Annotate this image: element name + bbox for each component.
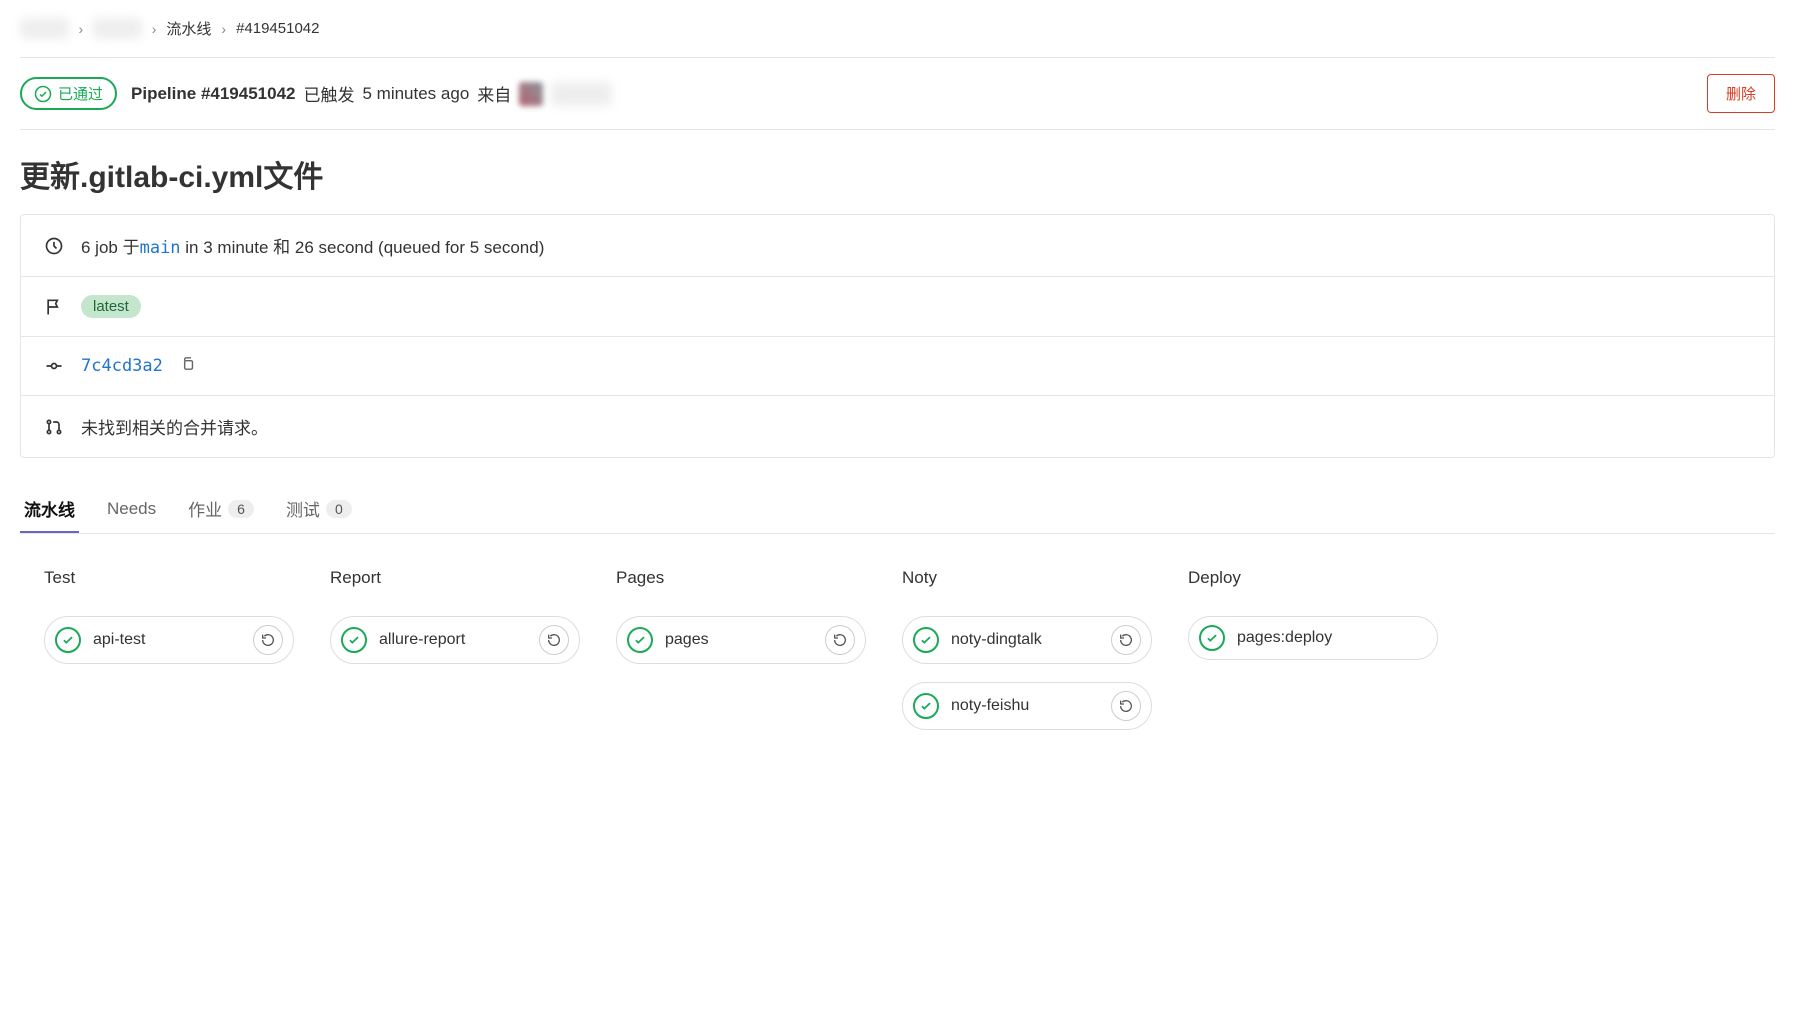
breadcrumb-group[interactable] bbox=[20, 18, 69, 39]
stage-title: Noty bbox=[902, 568, 1152, 588]
merge-request-icon bbox=[43, 417, 65, 437]
stage-title: Pages bbox=[616, 568, 866, 588]
breadcrumb-pipelines[interactable]: 流水线 bbox=[166, 18, 211, 39]
chevron-right-icon: › bbox=[221, 21, 226, 37]
check-circle-icon bbox=[55, 627, 81, 653]
stage-column: Deploy pages:deploy bbox=[1188, 568, 1438, 730]
breadcrumb: › › 流水线 › #419451042 bbox=[20, 0, 1775, 57]
job-pill[interactable]: noty-feishu bbox=[902, 682, 1152, 730]
check-circle-icon bbox=[627, 627, 653, 653]
page-title: 更新.gitlab-ci.yml文件 bbox=[20, 130, 1775, 214]
tab-jobs[interactable]: 作业6 bbox=[184, 486, 258, 533]
copy-icon[interactable] bbox=[179, 355, 196, 377]
check-circle-icon bbox=[1199, 625, 1225, 651]
job-name: noty-dingtalk bbox=[951, 631, 1099, 649]
job-name: allure-report bbox=[379, 631, 527, 649]
info-tag-row: latest bbox=[21, 277, 1774, 337]
branch-link[interactable]: main bbox=[140, 238, 181, 258]
info-commit-row: 7c4cd3a2 bbox=[21, 337, 1774, 396]
job-name: pages:deploy bbox=[1237, 629, 1427, 647]
breadcrumb-project[interactable] bbox=[93, 18, 142, 39]
breadcrumb-pipeline-id: #419451042 bbox=[236, 20, 319, 37]
pipeline-header: 已通过 Pipeline #419451042 已触发 5 minutes ag… bbox=[20, 58, 1775, 129]
check-circle-icon bbox=[913, 693, 939, 719]
job-pill[interactable]: allure-report bbox=[330, 616, 580, 664]
job-pill[interactable]: noty-dingtalk bbox=[902, 616, 1152, 664]
latest-badge: latest bbox=[81, 295, 141, 318]
commit-sha-link[interactable]: 7c4cd3a2 bbox=[81, 356, 163, 376]
stage-title: Test bbox=[44, 568, 294, 588]
chevron-right-icon: › bbox=[152, 21, 157, 37]
pipeline-info-card: 6 job 于main in 3 minute 和 26 second (que… bbox=[20, 214, 1775, 458]
author-name[interactable] bbox=[551, 82, 612, 106]
clock-icon bbox=[43, 236, 65, 256]
retry-icon[interactable] bbox=[1111, 625, 1141, 655]
chevron-right-icon: › bbox=[79, 21, 84, 37]
retry-icon[interactable] bbox=[253, 625, 283, 655]
flag-icon bbox=[43, 297, 65, 317]
stage-column: Noty noty-dingtalk noty-feishu bbox=[902, 568, 1152, 730]
stage-column: Pages pages bbox=[616, 568, 866, 730]
delete-button[interactable]: 删除 bbox=[1707, 74, 1775, 113]
commit-icon bbox=[43, 356, 65, 376]
tab-tests[interactable]: 测试0 bbox=[282, 486, 356, 533]
stage-title: Report bbox=[330, 568, 580, 588]
check-circle-icon bbox=[341, 627, 367, 653]
check-circle-icon bbox=[34, 85, 52, 103]
job-pill[interactable]: pages bbox=[616, 616, 866, 664]
job-pill[interactable]: api-test bbox=[44, 616, 294, 664]
job-name: pages bbox=[665, 631, 813, 649]
retry-icon[interactable] bbox=[539, 625, 569, 655]
stage-title: Deploy bbox=[1188, 568, 1438, 588]
stage-column: Test api-test bbox=[44, 568, 294, 730]
job-name: noty-feishu bbox=[951, 697, 1099, 715]
check-circle-icon bbox=[913, 627, 939, 653]
job-pill[interactable]: pages:deploy bbox=[1188, 616, 1438, 660]
tab-needs[interactable]: Needs bbox=[103, 489, 160, 531]
avatar[interactable] bbox=[519, 82, 543, 106]
pipeline-graph: Test api-test Report allure-report Pages page… bbox=[20, 534, 1775, 764]
info-mr-row: 未找到相关的合并请求。 bbox=[21, 396, 1774, 457]
stage-column: Report allure-report bbox=[330, 568, 580, 730]
tabs: 流水线 Needs 作业6 测试0 bbox=[20, 458, 1775, 534]
info-duration-row: 6 job 于main in 3 minute 和 26 second (que… bbox=[21, 215, 1774, 277]
status-badge-passed: 已通过 bbox=[20, 77, 117, 110]
retry-icon[interactable] bbox=[1111, 691, 1141, 721]
tab-pipeline[interactable]: 流水线 bbox=[20, 486, 79, 533]
job-name: api-test bbox=[93, 631, 241, 649]
retry-icon[interactable] bbox=[825, 625, 855, 655]
